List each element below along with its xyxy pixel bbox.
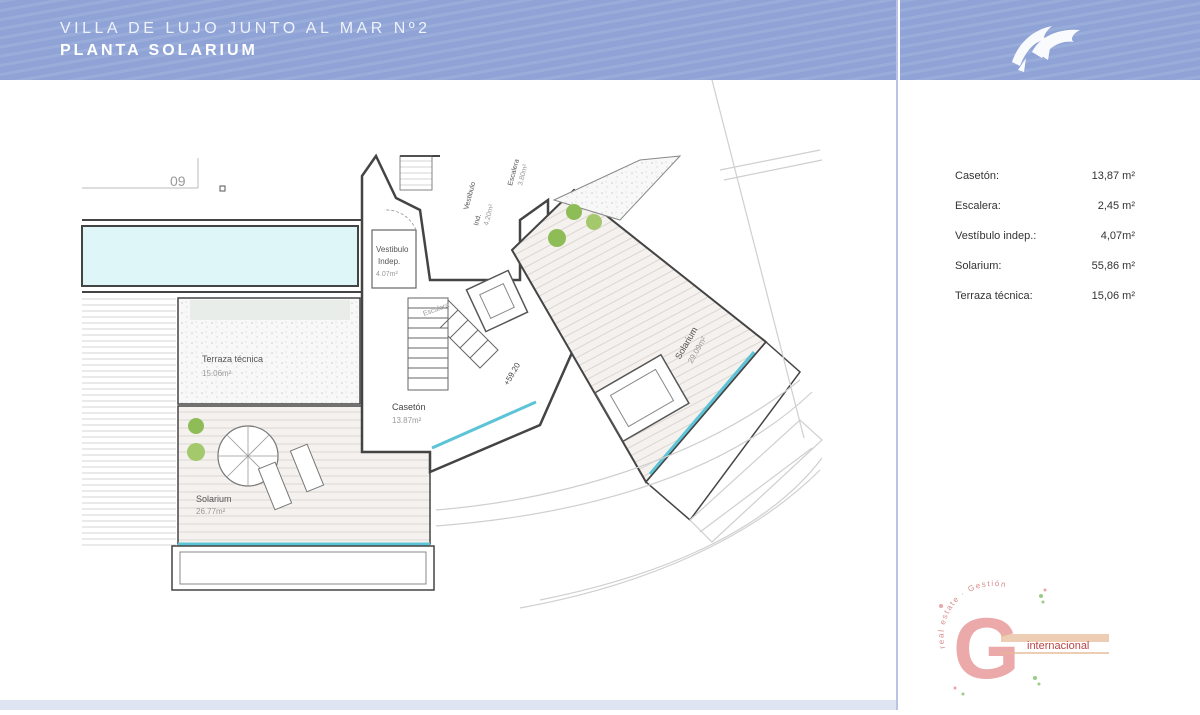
floor-plan-drawing: 09 Terraza técnica 15.06m² Solarium 26.7… xyxy=(81,79,823,609)
area-name: Terraza técnica: xyxy=(955,290,1033,302)
gestion-internacional-logo-icon: real estate · Gestión G internacional xyxy=(936,579,1109,697)
area-value: 55,86 m² xyxy=(1091,260,1135,272)
area-row-solarium: Solarium: 55,86 m² xyxy=(955,256,1135,286)
area-row-caseton: Casetón: 13,87 m² xyxy=(955,166,1135,196)
area-name: Vestíbulo indep.: xyxy=(955,230,1037,242)
brand-logo: real estate · Gestión G internacional xyxy=(935,578,1125,698)
area-value: 2,45 m² xyxy=(1097,200,1135,212)
dolphin-logo-icon xyxy=(1012,26,1080,72)
caseton-area: 13.87m² xyxy=(392,416,422,425)
unit-number-tag: 09 xyxy=(82,158,226,192)
area-row-terraza: Terraza técnica: 15,06 m² xyxy=(955,286,1135,316)
area-row-escalera: Escalera: 2,45 m² xyxy=(955,196,1135,226)
page-subtitle: PLANTA SOLARIUM xyxy=(60,42,258,59)
area-name: Solarium: xyxy=(955,260,1002,272)
floor-plan: 09 Terraza técnica 15.06m² Solarium 26.7… xyxy=(0,79,896,710)
solarium-left-label: Solarium xyxy=(196,494,232,504)
logo-panel xyxy=(900,0,1200,80)
area-row-vestibulo: Vestíbulo indep.: 4,07m² xyxy=(955,226,1135,256)
bottom-strip xyxy=(0,700,896,710)
vestibulo-top-label-2: Ind. xyxy=(473,213,483,226)
page-title: VILLA DE LUJO JUNTO AL MAR Nº2 xyxy=(60,20,431,37)
area-value: 4,07m² xyxy=(1100,230,1135,242)
terraza-tecnica-area: Terraza técnica 15.06m² xyxy=(177,297,361,405)
left-deck xyxy=(82,296,176,546)
area-value: 13,87 m² xyxy=(1091,170,1135,182)
area-name: Escalera: xyxy=(955,200,1001,212)
header-banner: VILLA DE LUJO JUNTO AL MAR Nº2 PLANTA SO… xyxy=(0,0,896,80)
area-name: Casetón: xyxy=(955,170,1000,182)
vertical-divider xyxy=(896,0,898,710)
caseton-label: Casetón xyxy=(392,402,426,412)
solarium-left-area-label: 26.77m² xyxy=(196,507,226,516)
area-value: 15,06 m² xyxy=(1091,290,1135,302)
pool xyxy=(81,219,362,293)
vestibulo-indep-label: Vestibulo xyxy=(376,245,409,254)
vestibulo-indep-area: 4.07m² xyxy=(376,271,398,278)
terraza-tecnica-area-label: 15.06m² xyxy=(202,369,232,378)
terraza-tecnica-label: Terraza técnica xyxy=(202,354,263,364)
brand-g-letter: G xyxy=(953,601,1020,697)
brand-name: internacional xyxy=(1027,640,1089,652)
vestibulo-top-area: 4.20m² xyxy=(483,203,496,227)
area-table: Casetón: 13,87 m² Escalera: 2,45 m² Vest… xyxy=(955,166,1135,316)
vestibulo-indep-label-2: Indep. xyxy=(378,257,400,266)
unit-number-label: 09 xyxy=(170,173,186,189)
vestibulo-top-label: Vestibulo xyxy=(463,181,477,210)
